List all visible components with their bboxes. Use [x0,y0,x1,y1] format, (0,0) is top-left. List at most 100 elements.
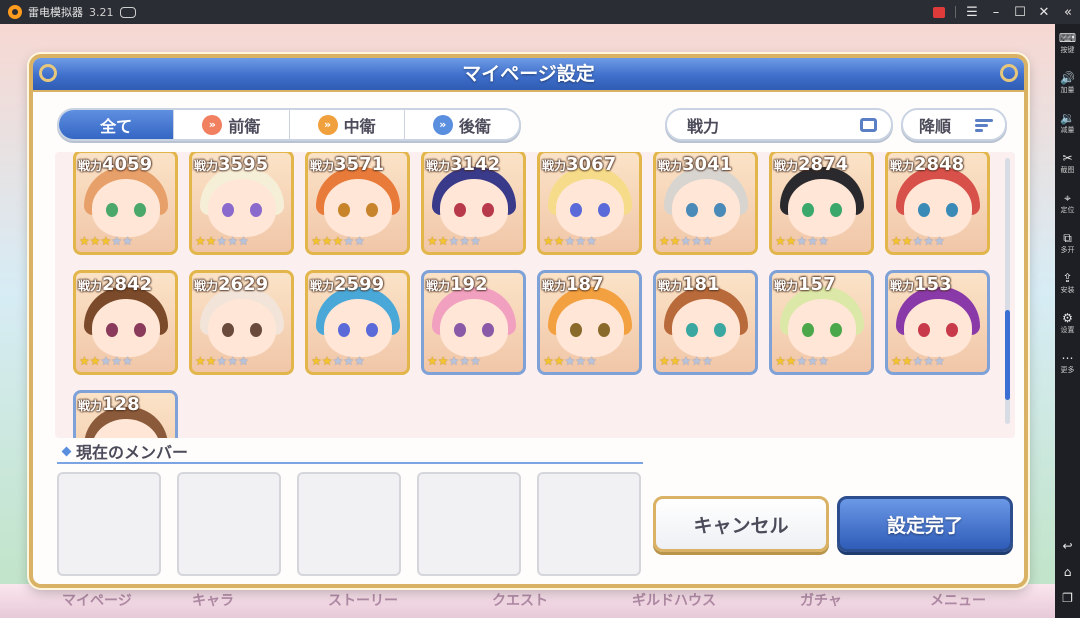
star-rating: ★ ★ ★ ★ ★ [543,234,597,248]
power-prefix: 戦力 [542,159,567,173]
power-prefix: 戦力 [542,279,567,293]
character-card[interactable]: 戦力128★★★★★ [73,390,178,438]
character-card[interactable]: 戦力 2629 ★ ★ ★ ★ ★ [189,270,294,375]
location-icon: ⌖ [1064,191,1071,205]
member-slot[interactable] [57,472,161,576]
character-card[interactable]: 戦力 2848 ★ ★ ★ ★ ★ [885,152,990,255]
member-slot[interactable] [297,472,401,576]
character-portrait [904,179,972,237]
power-prefix: 戦力 [890,159,915,173]
sidebar-volume-down-button[interactable]: 🔉 减量 [1055,110,1080,135]
character-card[interactable]: 戦力 3067 ★ ★ ★ ★ ★ [537,152,642,255]
star-empty-icon: ★ [575,234,587,248]
power-value: 4059 [102,154,153,175]
tab-all[interactable]: 全て [59,110,175,139]
character-card[interactable]: 戦力 3041 ★ ★ ★ ★ ★ [653,152,758,255]
star-filled-icon: ★ [321,234,333,248]
star-empty-icon: ★ [122,354,133,368]
tab-front[interactable]: » 前衛 [174,110,290,139]
descending-order-icon [975,119,993,133]
gamepad-icon[interactable] [119,6,136,18]
minimize-button[interactable]: – [984,0,1008,24]
tab-middle[interactable]: » 中衛 [290,110,405,139]
star-rating: ★ ★ ★ ★ ★ [543,354,597,368]
star-empty-icon: ★ [448,234,460,248]
character-eye [714,323,726,337]
maximize-icon: ☐ [1014,4,1026,20]
character-card[interactable]: 戦力 4059 ★ ★ ★ ★ ★ [73,152,178,255]
character-card[interactable]: 戦力 2842 ★ ★ ★ ★ ★ [73,270,178,375]
star-rating: ★ ★ ★ ★ ★ [311,234,365,248]
tab-back[interactable]: » 後衛 [405,110,519,139]
star-empty-icon: ★ [586,354,597,368]
bg-nav-item: ガチャ [800,593,842,609]
character-card[interactable]: 戦力 3595 ★ ★ ★ ★ ★ [189,152,294,255]
gift-button[interactable] [927,0,951,24]
back-nav-button[interactable]: ↩ [1055,538,1080,554]
character-eye [482,323,494,337]
sidebar-settings-gear-button[interactable]: ⚙ 设置 [1055,310,1080,335]
character-card[interactable]: 戦力 3571 ★ ★ ★ ★ ★ [305,152,410,255]
star-empty-icon: ★ [796,234,808,248]
star-empty-icon: ★ [216,234,228,248]
confirm-settings-button[interactable]: 設定完了 [837,496,1013,552]
member-slot[interactable] [177,472,281,576]
chevron-middle-icon: » [317,114,338,135]
member-slot[interactable] [537,472,641,576]
star-empty-icon: ★ [796,354,808,368]
star-empty-icon: ★ [702,354,713,368]
emulator-sidebar: ↩ ⌂ ❐ ⌨ 按键 🔊 加量 🔉 减量 ✂ 截图 ⌖ 定位 ⧉ 多开 ⇪ 安装 ⚙ 设置 ⋯ 更多 [1055,24,1080,618]
character-power: 戦力 3067 [542,154,616,176]
character-card[interactable]: 戦力 157 ★ ★ ★ ★ ★ [769,270,874,375]
character-portrait [208,179,276,237]
sidebar-location-button[interactable]: ⌖ 定位 [1055,190,1080,215]
star-filled-icon: ★ [79,354,90,368]
star-filled-icon: ★ [901,234,913,248]
grid-scroll-thumb[interactable] [1005,310,1010,400]
sidebar-install-apk-button[interactable]: ⇪ 安装 [1055,270,1080,295]
character-card[interactable]: 戦力 3142 ★ ★ ★ ★ ★ [421,152,526,255]
mypage-settings-dialog: マイページ設定 全て » 前衛 » 中衛 » 後衛 戦力 降順 戦力 4059 ★ ★… [29,54,1028,588]
recent-apps-button[interactable]: ❐ [1055,590,1080,606]
power-value: 2874 [798,154,849,175]
star-filled-icon: ★ [437,234,449,248]
order-toggle-button[interactable]: 降順 [901,108,1007,141]
power-prefix: 戦力 [890,279,915,293]
star-filled-icon: ★ [437,354,449,368]
character-power: 戦力 2629 [194,274,268,296]
double-chevron-left-icon: « [1064,4,1072,20]
character-power: 戦力 3041 [658,154,732,176]
character-portrait [672,299,740,357]
tab-middle-label: 中衛 [343,116,376,136]
character-card[interactable]: 戦力 2599 ★ ★ ★ ★ ★ [305,270,410,375]
character-eye [106,203,118,217]
star-empty-icon: ★ [448,354,460,368]
star-filled-icon: ★ [332,234,344,248]
sidebar-keyboard-button[interactable]: ⌨ 按键 [1055,30,1080,55]
member-slot[interactable] [417,472,521,576]
character-portrait [208,299,276,357]
sidebar-label: 按键 [1060,46,1075,54]
star-filled-icon: ★ [901,354,913,368]
character-card[interactable]: 戦力 2874 ★ ★ ★ ★ ★ [769,152,874,255]
cancel-button[interactable]: キャンセル [653,496,829,552]
star-filled-icon: ★ [891,354,902,368]
sort-select[interactable]: 戦力 [665,108,893,141]
sidebar-more-dots-button[interactable]: ⋯ 更多 [1055,350,1080,375]
character-card[interactable]: 戦力 192 ★ ★ ★ ★ ★ [421,270,526,375]
emulator-logo-icon [8,5,22,19]
sidebar-multi-window-button[interactable]: ⧉ 多开 [1055,230,1080,255]
menu-button[interactable]: ☰ [960,0,984,24]
character-card[interactable]: 戦力 187 ★ ★ ★ ★ ★ [537,270,642,375]
home-nav-button[interactable]: ⌂ [1055,564,1080,580]
star-filled-icon: ★ [891,234,902,248]
maximize-button[interactable]: ☐ [1008,0,1032,24]
character-eye [686,203,698,217]
close-button[interactable]: ✕ [1032,0,1056,24]
character-card[interactable]: 戦力 181 ★ ★ ★ ★ ★ [653,270,758,375]
collapse-sidebar-button[interactable]: « [1056,0,1080,24]
sidebar-volume-up-button[interactable]: 🔊 加量 [1055,70,1080,95]
character-card[interactable]: 戦力 153 ★ ★ ★ ★ ★ [885,270,990,375]
character-grid[interactable]: 戦力 4059 ★ ★ ★ ★ ★ 戦力 3595 ★ ★ ★ ★ ★ 戦力 3571 ★ ★ ★ ★ ★ 戦力 3142 ★… [55,152,1015,438]
sidebar-scissors-button[interactable]: ✂ 截图 [1055,150,1080,175]
